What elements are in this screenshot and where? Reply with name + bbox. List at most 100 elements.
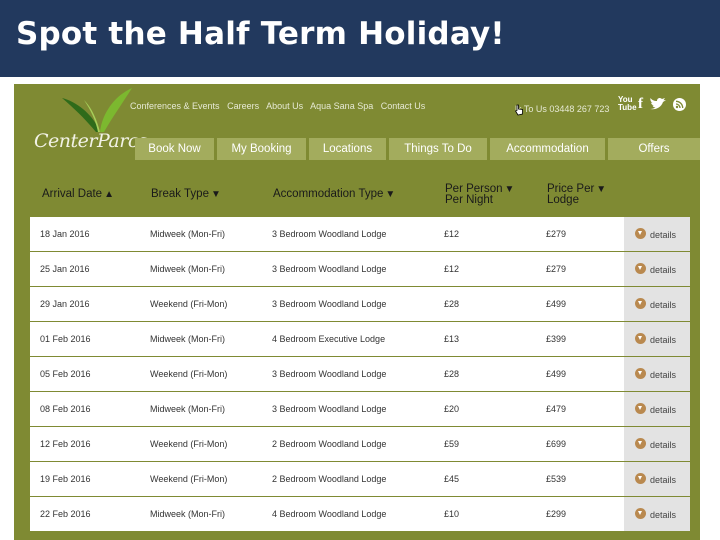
top-links: Conferences & Events Careers About Us Aq… [130,101,430,111]
details-label: details [650,510,677,520]
details-label: details [650,405,677,415]
accommodation-type: 2 Bedroom Woodland Lodge [272,439,387,449]
logo-text: CenterParcs [34,130,148,152]
slide-title: Spot the Half Term Holiday! [16,16,505,52]
details-label: details [650,475,677,485]
break-type: Midweek (Mon-Fri) [150,509,226,519]
lodge-price: £279 [546,229,567,239]
nav-locations[interactable]: Locations [309,138,386,160]
details-label: details [650,335,677,345]
arrival-date: 12 Feb 2016 [40,439,91,449]
break-type: Weekend (Fri-Mon) [150,439,228,449]
lodge-price: £539 [546,474,567,484]
per-person-price: £59 [444,439,460,449]
chevron-down-icon [635,263,646,274]
column-price-per-lodge[interactable]: Price Per Lodge ▼ [547,172,606,217]
arrival-date: 08 Feb 2016 [40,404,91,414]
break-type: Midweek (Mon-Fri) [150,404,226,414]
top-link-spa[interactable]: Aqua Sana Spa [310,101,373,111]
youtube-icon[interactable]: You Tube [618,96,637,112]
twitter-icon[interactable] [649,97,667,111]
phone-number[interactable]: lk To Us 03448 267 723 [515,104,609,114]
details-button[interactable]: details [624,392,690,426]
sort-down-icon: ▼ [504,184,515,195]
table-row: 25 Jan 2016 Midweek (Mon-Fri) 3 Bedroom … [30,252,690,286]
arrival-date: 22 Feb 2016 [40,509,91,519]
chevron-down-icon [635,403,646,414]
per-person-price: £12 [444,229,460,239]
details-button[interactable]: details [624,287,690,321]
details-label: details [650,230,677,240]
arrival-date: 01 Feb 2016 [40,334,91,344]
top-link-contact[interactable]: Contact Us [381,101,426,111]
nav-my-booking[interactable]: My Booking [217,138,306,160]
accommodation-type: 3 Bedroom Woodland Lodge [272,369,387,379]
site-header: CenterParcs Conferences & Events Careers… [14,84,700,170]
slide-header: Spot the Half Term Holiday! [0,0,720,77]
per-person-price: £28 [444,299,460,309]
per-person-price: £12 [444,264,460,274]
top-link-careers[interactable]: Careers [227,101,259,111]
details-button[interactable]: details [624,497,690,531]
accommodation-type: 2 Bedroom Woodland Lodge [272,474,387,484]
rss-icon[interactable] [673,97,686,111]
facebook-icon[interactable]: f [638,96,643,113]
top-link-about[interactable]: About Us [266,101,303,111]
arrival-date: 25 Jan 2016 [40,264,90,274]
per-person-price: £45 [444,474,460,484]
details-label: details [650,370,677,380]
column-break-type[interactable]: Break Type ▼ [151,172,221,217]
column-per-person-per-night[interactable]: Per Person Per Night ▼ [445,172,514,217]
website-screenshot: CenterParcs Conferences & Events Careers… [14,84,700,540]
details-button[interactable]: details [624,322,690,356]
chevron-down-icon [635,228,646,239]
accommodation-type: 3 Bedroom Woodland Lodge [272,264,387,274]
details-button[interactable]: details [624,217,690,251]
chevron-down-icon [635,473,646,484]
details-button[interactable]: details [624,357,690,391]
lodge-price: £479 [546,404,567,414]
sort-up-icon: ▲ [104,189,114,200]
column-accommodation-type[interactable]: Accommodation Type ▼ [273,172,395,217]
main-nav: Book Now My Booking Locations Things To … [135,138,700,160]
leaf-logo-icon [62,88,132,132]
break-type: Midweek (Mon-Fri) [150,334,226,344]
nav-book-now[interactable]: Book Now [135,138,214,160]
nav-things-to-do[interactable]: Things To Do [389,138,487,160]
accommodation-type: 3 Bedroom Woodland Lodge [272,299,387,309]
details-label: details [650,440,677,450]
sort-down-icon: ▼ [385,189,396,200]
break-type: Weekend (Fri-Mon) [150,369,228,379]
details-button[interactable]: details [624,462,690,496]
details-label: details [650,300,677,310]
social-links: You Tube f [618,93,686,115]
table-row: 19 Feb 2016 Weekend (Fri-Mon) 2 Bedroom … [30,462,690,496]
arrival-date: 29 Jan 2016 [40,299,90,309]
sort-down-icon: ▼ [210,189,221,200]
lodge-price: £279 [546,264,567,274]
arrival-date: 05 Feb 2016 [40,369,91,379]
center-parcs-logo[interactable]: CenterParcs [32,86,148,166]
lodge-price: £399 [546,334,567,344]
chevron-down-icon [635,508,646,519]
lodge-price: £699 [546,439,567,449]
chevron-down-icon [635,333,646,344]
details-button[interactable]: details [624,252,690,286]
chevron-down-icon [635,368,646,379]
break-type: Midweek (Mon-Fri) [150,264,226,274]
details-label: details [650,265,677,275]
top-link-conferences[interactable]: Conferences & Events [130,101,220,111]
table-row: 05 Feb 2016 Weekend (Fri-Mon) 3 Bedroom … [30,357,690,391]
arrival-date: 18 Jan 2016 [40,229,90,239]
details-button[interactable]: details [624,427,690,461]
table-row: 12 Feb 2016 Weekend (Fri-Mon) 2 Bedroom … [30,427,690,461]
accommodation-type: 3 Bedroom Woodland Lodge [272,229,387,239]
table-row: 18 Jan 2016 Midweek (Mon-Fri) 3 Bedroom … [30,217,690,251]
lodge-price: £499 [546,299,567,309]
table-row: 08 Feb 2016 Midweek (Mon-Fri) 3 Bedroom … [30,392,690,426]
per-person-price: £13 [444,334,460,344]
nav-offers[interactable]: Offers [608,138,700,160]
nav-accommodation[interactable]: Accommodation [490,138,605,160]
per-person-price: £28 [444,369,460,379]
column-arrival-date[interactable]: Arrival Date ▲ [42,172,114,217]
